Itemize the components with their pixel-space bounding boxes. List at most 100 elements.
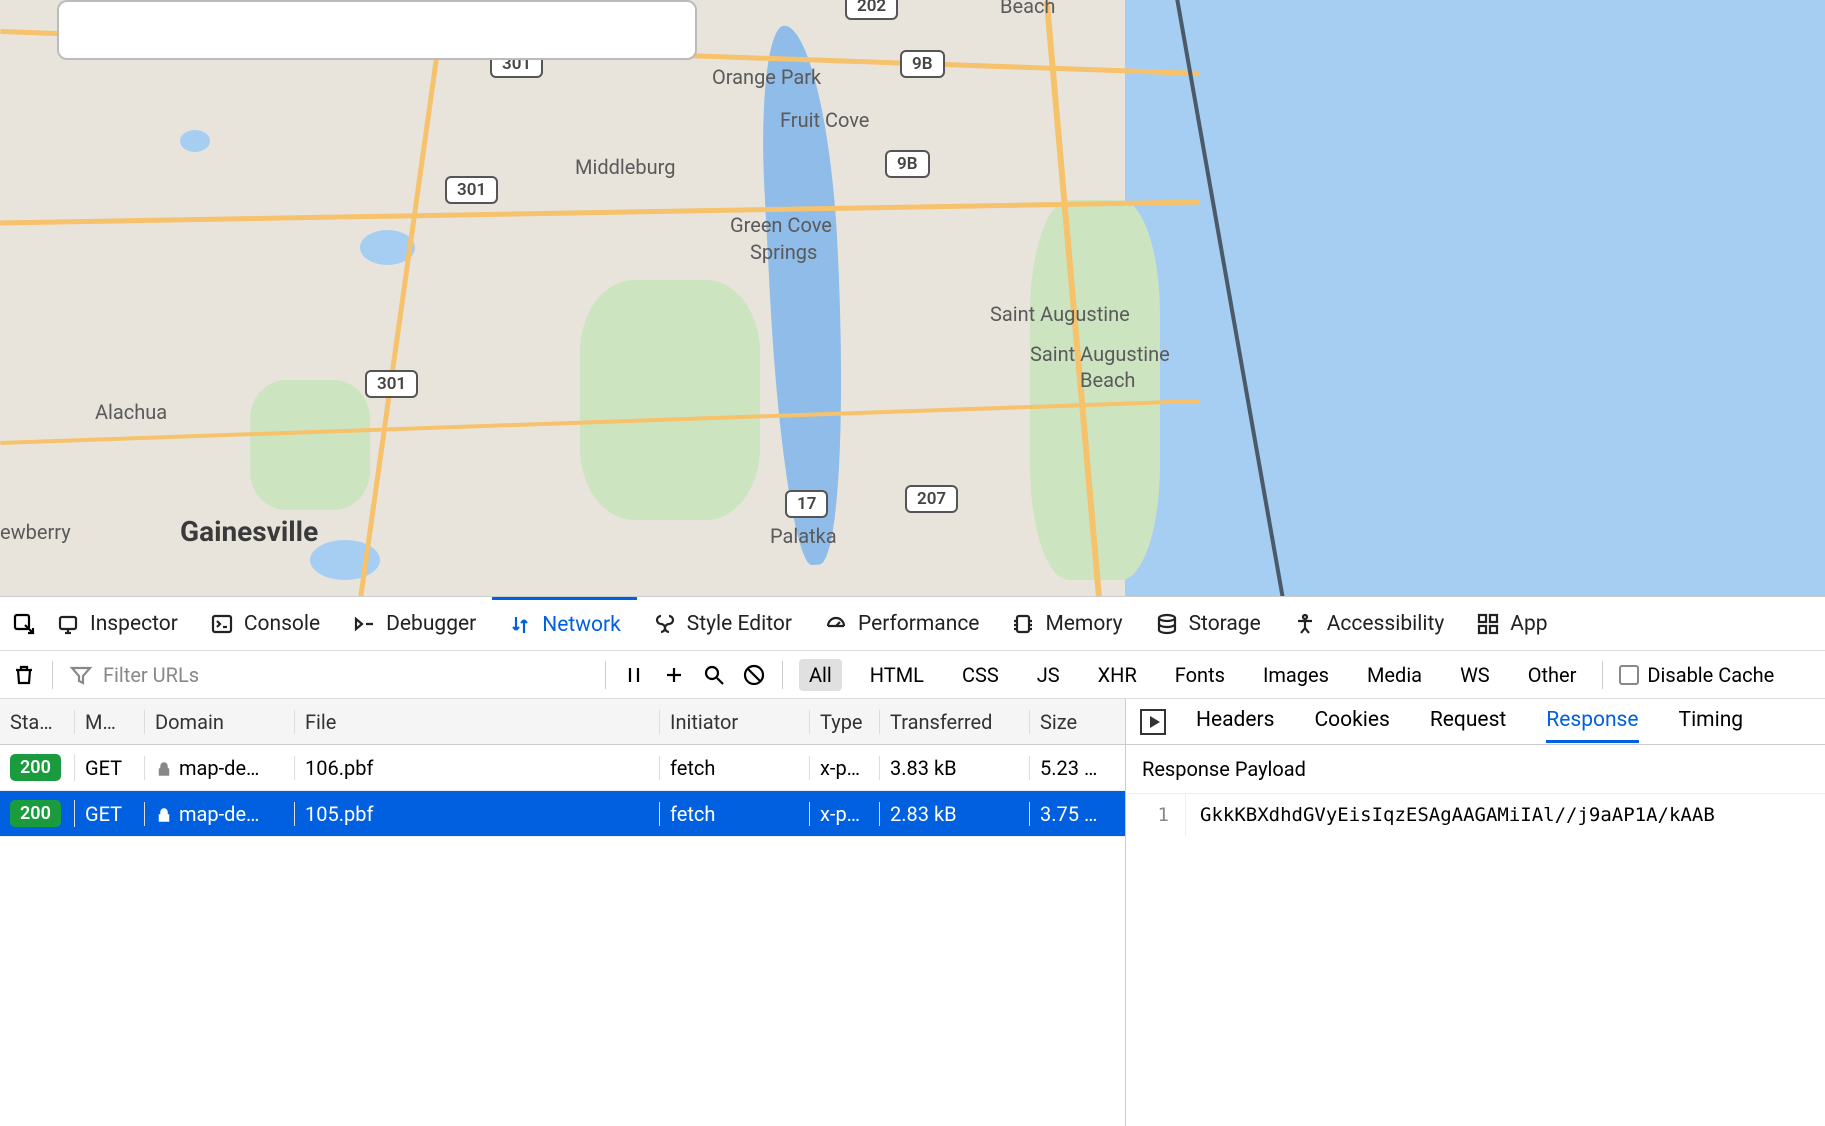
col-header-transferred[interactable]: Transferred <box>880 710 1030 734</box>
cell-size: 3.75 … <box>1030 802 1125 826</box>
inspector-icon <box>56 612 80 636</box>
cell-type: x-p… <box>810 756 880 780</box>
cell-transferred: 3.83 kB <box>880 756 1030 780</box>
tab-label: Performance <box>858 612 979 636</box>
tab-console[interactable]: Console <box>194 597 336 650</box>
map-search-input[interactable] <box>57 0 697 60</box>
lock-icon <box>155 805 173 823</box>
map-river <box>756 24 854 567</box>
tab-label: Network <box>542 613 621 637</box>
cell-method: GET <box>75 756 145 780</box>
tab-accessibility[interactable]: Accessibility <box>1277 597 1461 650</box>
response-tabstrip: Headers Cookies Request Response Timing <box>1126 699 1825 745</box>
storage-icon <box>1155 612 1179 636</box>
filter-placeholder-text: Filter URLs <box>103 663 199 687</box>
response-tab-timing[interactable]: Timing <box>1679 700 1744 743</box>
route-shield: 207 <box>905 485 958 513</box>
filter-chip-media[interactable]: Media <box>1357 659 1432 691</box>
col-header-domain[interactable]: Domain <box>145 710 295 734</box>
col-header-size[interactable]: Size <box>1030 710 1125 734</box>
map-place-label: ewberry <box>0 520 71 544</box>
filter-chip-js[interactable]: JS <box>1027 659 1070 691</box>
tab-debugger[interactable]: Debugger <box>336 597 492 650</box>
response-panel: Headers Cookies Request Response Timing Resp… <box>1126 699 1825 1126</box>
response-tab-headers[interactable]: Headers <box>1196 700 1274 743</box>
col-header-file[interactable]: File <box>295 710 660 734</box>
response-payload-body[interactable]: 1 GkkKBXdhdGVyEisIqzESAgAAGAMiIAl//j9aAP… <box>1126 794 1825 836</box>
plus-icon[interactable] <box>662 663 686 687</box>
network-request-table: Sta… M… Domain File Initiator Type Trans… <box>0 699 1126 1126</box>
tab-styleeditor[interactable]: Style Editor <box>637 597 808 650</box>
tab-network[interactable]: Network <box>492 597 637 650</box>
debugger-icon <box>352 612 376 636</box>
filter-chip-all[interactable]: All <box>799 659 842 691</box>
styleeditor-icon <box>653 612 677 636</box>
tab-application[interactable]: App <box>1460 597 1563 650</box>
route-shield: 301 <box>445 176 498 204</box>
cell-type: x-p… <box>810 802 880 826</box>
col-header-type[interactable]: Type <box>810 710 880 734</box>
filter-chip-ws[interactable]: WS <box>1450 659 1500 691</box>
filter-chip-html[interactable]: HTML <box>860 659 934 691</box>
cell-file: 105.pbf <box>295 802 660 826</box>
performance-icon <box>824 612 848 636</box>
devtools-tabstrip: InspectorConsole Debugger Network Style Edi… <box>0 597 1825 651</box>
accessibility-icon <box>1293 612 1317 636</box>
cell-method: GET <box>75 802 145 826</box>
route-shield: 9B <box>900 50 945 78</box>
table-header-row: Sta… M… Domain File Initiator Type Trans… <box>0 699 1125 745</box>
checkbox-box-icon <box>1619 665 1639 685</box>
route-shield: 9B <box>885 150 930 178</box>
tab-label: Accessibility <box>1327 612 1445 636</box>
response-tab-request[interactable]: Request <box>1430 700 1506 743</box>
console-icon <box>210 612 234 636</box>
tab-memory[interactable]: Memory <box>995 597 1138 650</box>
application-icon <box>1476 612 1500 636</box>
map-canvas[interactable]: BeachOrange ParkFruit CoveMiddleburgGree… <box>0 0 1825 596</box>
line-number: 1 <box>1126 794 1186 836</box>
col-header-status[interactable]: Sta… <box>0 710 75 734</box>
payload-text: GkkKBXdhdGVyEisIqzESAgAAGAMiIAl//j9aAP1A… <box>1186 794 1729 836</box>
map-place-label: Middleburg <box>575 155 675 179</box>
block-icon[interactable] <box>742 663 766 687</box>
tab-label: Style Editor <box>687 612 792 636</box>
response-tab-response[interactable]: Response <box>1546 700 1638 743</box>
map-park <box>250 380 370 510</box>
memory-icon <box>1011 612 1035 636</box>
lock-icon <box>155 759 173 777</box>
tab-performance[interactable]: Performance <box>808 597 995 650</box>
tab-inspector[interactable]: Inspector <box>40 597 194 650</box>
resend-icon[interactable] <box>1140 709 1166 735</box>
map-lake <box>180 130 210 152</box>
filter-chip-other[interactable]: Other <box>1518 659 1587 691</box>
filter-chip-css[interactable]: CSS <box>952 659 1009 691</box>
disable-cache-checkbox[interactable]: Disable Cache <box>1619 663 1774 687</box>
request-row[interactable]: 200GETmap-de…105.pbffetchx-p…2.83 kB3.75… <box>0 791 1125 837</box>
tab-label: Debugger <box>386 612 476 636</box>
cell-file: 106.pbf <box>295 756 660 780</box>
filter-chip-xhr[interactable]: XHR <box>1088 659 1147 691</box>
disable-cache-label: Disable Cache <box>1647 663 1774 687</box>
pause-icon[interactable] <box>622 663 646 687</box>
inspect-element-icon[interactable] <box>12 612 36 636</box>
search-icon[interactable] <box>702 663 726 687</box>
filter-chip-fonts[interactable]: Fonts <box>1165 659 1235 691</box>
col-header-method[interactable]: M… <box>75 710 145 734</box>
response-tab-cookies[interactable]: Cookies <box>1314 700 1389 743</box>
tab-label: Memory <box>1045 612 1122 636</box>
route-shield: 301 <box>365 370 418 398</box>
cell-initiator: fetch <box>660 802 810 826</box>
cell-transferred: 2.83 kB <box>880 802 1030 826</box>
tab-storage[interactable]: Storage <box>1139 597 1277 650</box>
request-row[interactable]: 200GETmap-de…106.pbffetchx-p…3.83 kB5.23… <box>0 745 1125 791</box>
response-payload-title: Response Payload <box>1126 745 1825 794</box>
trash-icon[interactable] <box>12 663 36 687</box>
cell-initiator: fetch <box>660 756 810 780</box>
filter-urls-input[interactable]: Filter URLs <box>69 663 589 687</box>
col-header-initiator[interactable]: Initiator <box>660 710 810 734</box>
funnel-icon <box>69 663 93 687</box>
filter-chip-images[interactable]: Images <box>1253 659 1339 691</box>
cell-domain: map-de… <box>145 756 295 780</box>
map-place-label: Gainesville <box>180 515 318 548</box>
tab-label: Storage <box>1189 612 1261 636</box>
